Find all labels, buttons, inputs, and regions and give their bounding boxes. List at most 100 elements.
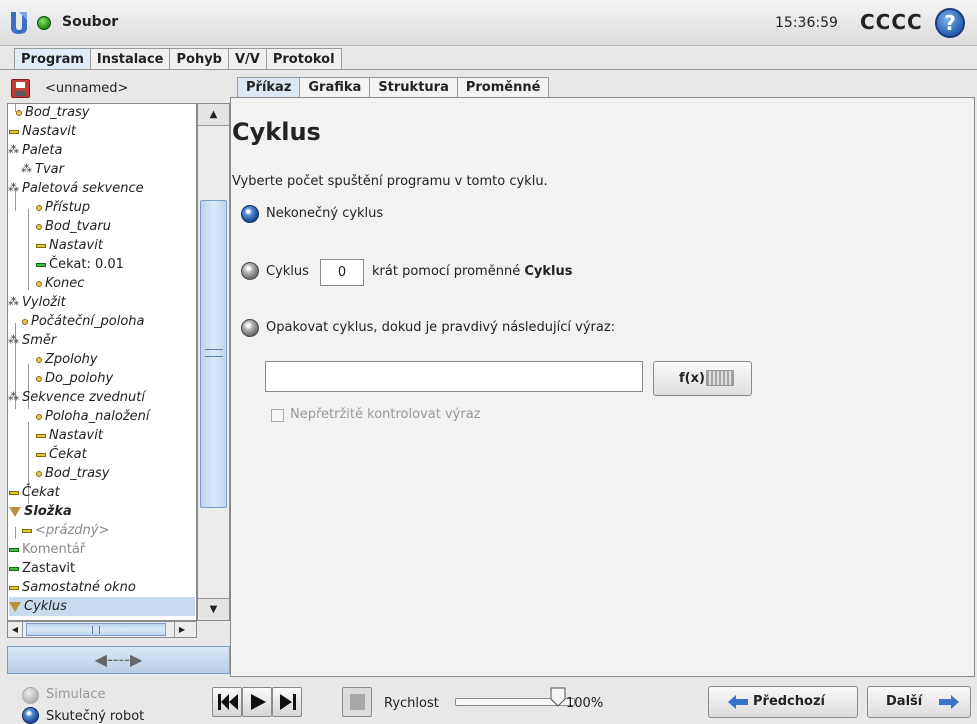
scroll-down-icon[interactable]: ▼ (198, 598, 229, 620)
tree-node[interactable]: Přístup (36, 198, 90, 217)
pallet-icon (8, 292, 19, 311)
file-menu[interactable]: Soubor (62, 14, 118, 30)
continuous-check-checkbox[interactable] (271, 409, 284, 422)
radio-infinite-label[interactable]: Nekonečný cyklus (266, 206, 383, 221)
real-robot-radio[interactable] (22, 707, 39, 724)
tree-node[interactable]: Bod_trasy (36, 464, 110, 483)
tab-graphics[interactable]: Grafika (299, 77, 371, 98)
wait-icon (9, 490, 19, 495)
tree-node[interactable]: Čekat (9, 483, 60, 502)
arrow-right-icon (939, 695, 959, 709)
play-button[interactable] (242, 687, 272, 717)
tree-node[interactable]: Komentář (9, 540, 85, 559)
command-tabs: Příkaz Grafika Struktura Proměnné (237, 77, 550, 98)
scroll-grip (92, 626, 100, 634)
fx-label: f(x) (679, 371, 705, 386)
radio-count[interactable] (241, 262, 259, 280)
program-tree[interactable]: Bod_trasy Nastavit Paleta Tvar Paletová … (7, 103, 197, 621)
help-icon[interactable]: ? (935, 8, 965, 38)
tree-node[interactable]: Počáteční_poloha (22, 312, 144, 331)
expression-input[interactable] (265, 361, 643, 392)
radio-count-label[interactable]: Cyklus (266, 264, 309, 279)
simulation-radio[interactable] (22, 687, 39, 704)
clock: 15:36:59 (775, 15, 838, 31)
simulation-label[interactable]: Simulace (46, 687, 106, 702)
set-icon (36, 433, 46, 438)
tab-command[interactable]: Příkaz (237, 77, 301, 98)
tab-io[interactable]: V/V (227, 48, 267, 70)
tree-line (28, 209, 29, 290)
tree-node[interactable]: Směr (8, 330, 56, 350)
tree-vertical-scrollbar[interactable]: ▲ ▼ (197, 103, 230, 621)
tab-program[interactable]: Program (14, 48, 91, 70)
radio-infinite[interactable] (241, 205, 259, 223)
pallet-icon (8, 387, 19, 406)
scroll-thumb[interactable] (200, 200, 227, 508)
main-tabs: Program Instalace Pohyb V/V Protokol (14, 48, 342, 70)
tree-node[interactable]: Složka (9, 502, 72, 521)
universal-robots-logo-icon[interactable] (8, 10, 30, 36)
tree-line (15, 527, 16, 539)
waypoint-icon (36, 413, 42, 420)
tree-node[interactable]: Nastavit (9, 122, 76, 141)
tree-node[interactable]: Zpolohy (36, 350, 98, 369)
description: Vyberte počet spuštění programu v tomto … (232, 174, 548, 189)
tab-structure[interactable]: Struktura (369, 77, 458, 98)
save-icon[interactable] (11, 79, 30, 98)
speed-slider-knob-icon[interactable] (549, 687, 567, 707)
tree-node[interactable]: Nastavit (36, 236, 103, 255)
tree-node[interactable]: Zastavit (9, 559, 75, 578)
scroll-thumb[interactable] (26, 623, 166, 636)
speed-label: Rychlost (384, 696, 439, 711)
cycle-count-input[interactable]: 0 (320, 259, 364, 286)
play-icon (251, 694, 266, 710)
tree-node[interactable]: Čekat: 0.01 (36, 255, 124, 274)
tab-installation[interactable]: Instalace (89, 48, 171, 70)
tree-node[interactable]: Paleta (8, 140, 62, 160)
real-robot-label[interactable]: Skutečný robot (46, 709, 144, 724)
tree-node[interactable]: Bod_tvaru (36, 217, 111, 236)
count-suffix: krát pomocí proměnné Cyklus (372, 264, 573, 279)
loop-icon (9, 601, 21, 612)
status-indicator-icon (37, 16, 51, 30)
tree-node[interactable]: Poloha_naložení (36, 407, 150, 426)
tree-node[interactable]: Čekat (36, 445, 87, 464)
waypoint-icon (36, 204, 42, 211)
folder-icon (9, 506, 21, 517)
page-title: Cyklus (232, 118, 321, 146)
tree-horizontal-scrollbar[interactable]: ◀ ▶ (7, 621, 197, 638)
scroll-left-icon[interactable]: ◀ (8, 622, 23, 637)
tree-node[interactable]: Paletová sekvence (8, 178, 144, 198)
tree-node[interactable]: <prázdný> (22, 521, 109, 540)
tree-node[interactable]: Vyložit (8, 292, 66, 312)
tree-node[interactable]: Nastavit (36, 426, 103, 445)
tree-node[interactable]: Tvar (21, 159, 64, 179)
tree-node[interactable]: Konec (36, 274, 84, 293)
scroll-up-icon[interactable]: ▲ (198, 104, 229, 126)
previous-button[interactable]: Předchozí (708, 686, 858, 718)
expression-editor-button[interactable]: f(x) (653, 361, 752, 396)
tab-move[interactable]: Pohyb (169, 48, 229, 70)
tab-variables[interactable]: Proměnné (456, 77, 550, 98)
radio-expression-label[interactable]: Opakovat cyklus, dokud je pravdivý násle… (266, 320, 615, 335)
tree-node[interactable]: Do_polohy (36, 369, 113, 388)
tree-node[interactable]: Sekvence zvednutí (8, 387, 145, 407)
program-header: <unnamed> (7, 76, 230, 102)
tree-node[interactable]: Bod_trasy (16, 104, 90, 122)
waypoint-icon (36, 470, 42, 477)
stop-button[interactable] (342, 687, 372, 717)
empty-icon (22, 528, 32, 533)
skip-to-start-button[interactable] (212, 687, 242, 717)
divider (0, 69, 977, 70)
tree-node[interactable]: Samostatné okno (9, 578, 136, 597)
scroll-right-icon[interactable]: ▶ (174, 622, 189, 637)
collapse-panel-button[interactable]: ◀----▶ (7, 646, 230, 674)
step-button[interactable] (272, 687, 302, 717)
radio-expression[interactable] (241, 319, 259, 337)
tree-node-selected[interactable]: Cyklus (9, 597, 195, 616)
waypoint-icon (22, 318, 28, 325)
waypoint-icon (36, 223, 42, 230)
next-button[interactable]: Další (867, 686, 971, 718)
tab-log[interactable]: Protokol (265, 48, 342, 70)
waypoint-icon (36, 280, 42, 287)
